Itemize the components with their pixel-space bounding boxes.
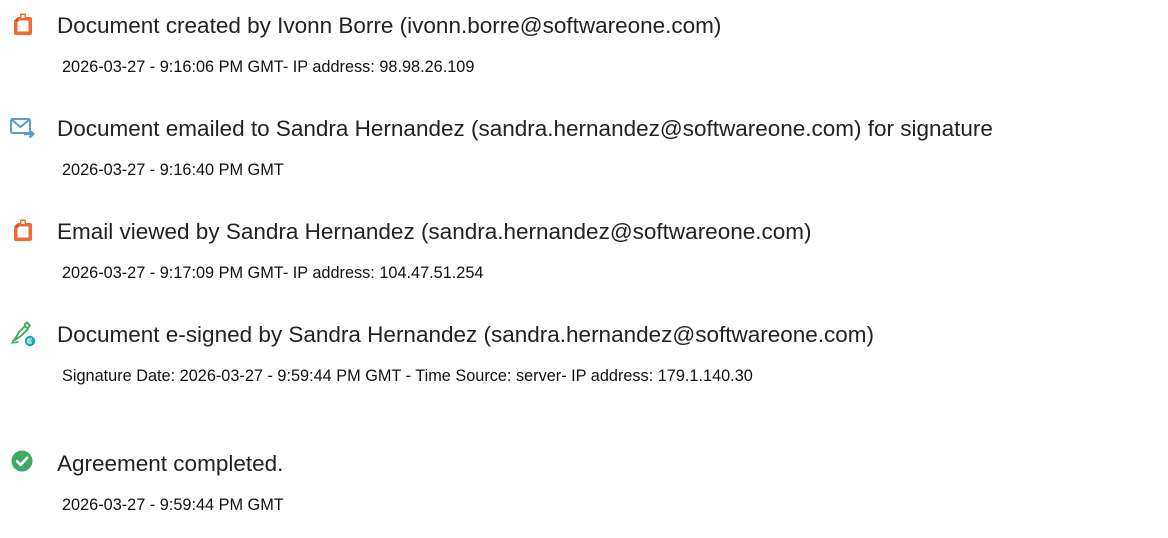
event-title: Document emailed to Sandra Hernandez (sa… (57, 116, 993, 141)
event-timestamp: 2026-03-27 - 9:16:06 PM GMT- IP address:… (62, 58, 475, 76)
event-timestamp: Signature Date: 2026-03-27 - 9:59:44 PM … (62, 367, 753, 385)
event-timestamp: 2026-03-27 - 9:16:40 PM GMT (62, 161, 284, 179)
event-timestamp: 2026-03-27 - 9:17:09 PM GMT- IP address:… (62, 264, 484, 282)
document-viewed-icon (10, 218, 36, 244)
checkmark-circle-icon (10, 450, 36, 476)
event-title: Email viewed by Sandra Hernandez (sandra… (57, 219, 812, 244)
document-created-icon (10, 12, 36, 38)
event-title: Document created by Ivonn Borre (ivonn.b… (57, 13, 722, 38)
event-title: Document e-signed by Sandra Hernandez (s… (57, 322, 875, 347)
email-sent-icon (10, 115, 36, 141)
e-sign-pen-icon (10, 321, 36, 347)
event-title: Agreement completed. (57, 451, 284, 476)
event-timestamp: 2026-03-27 - 9:59:44 PM GMT (62, 496, 284, 514)
